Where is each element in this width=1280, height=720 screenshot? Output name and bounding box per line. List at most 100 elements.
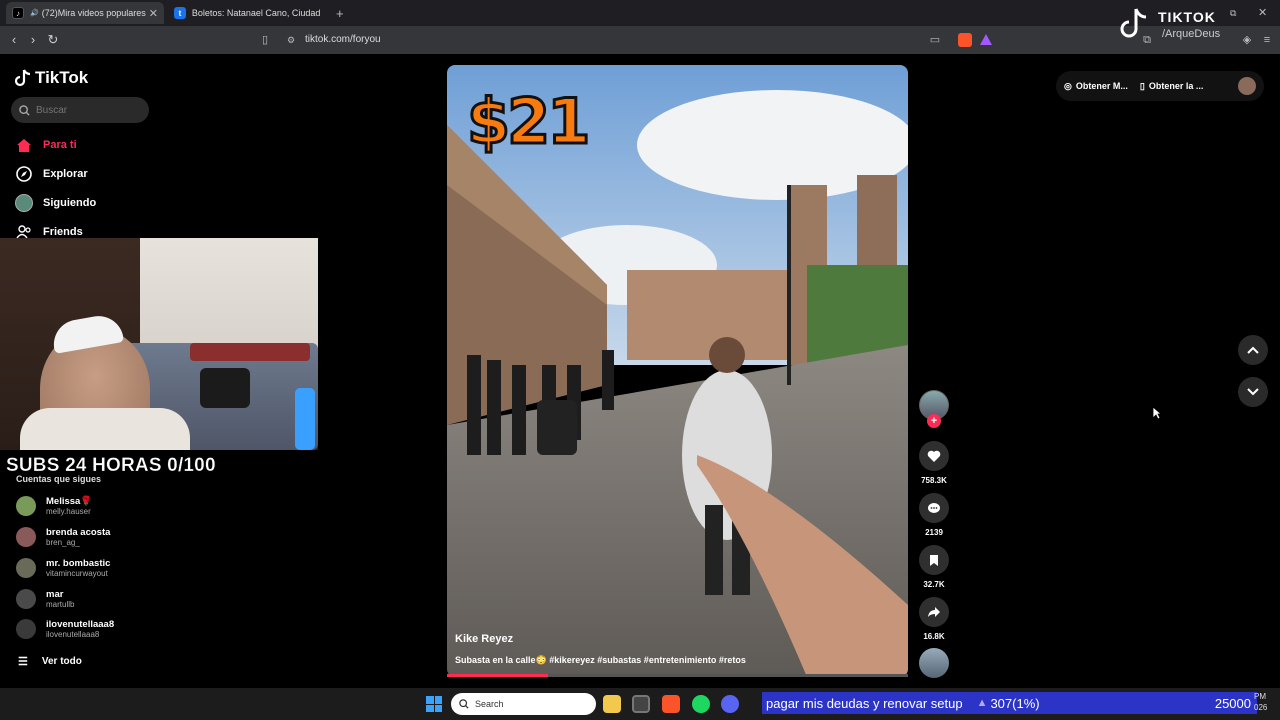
music-disc-button[interactable] <box>919 648 949 678</box>
back-icon[interactable]: ‹ <box>6 32 22 48</box>
url-field[interactable]: tiktok.com/foryou <box>305 34 381 45</box>
forward-icon[interactable]: › <box>25 32 41 48</box>
cast-icon[interactable]: ▭ <box>928 33 942 47</box>
video-author[interactable]: Kike Reyez <box>455 633 513 645</box>
close-window-icon[interactable]: ✕ <box>1258 6 1267 19</box>
spotify-icon[interactable] <box>692 695 710 713</box>
get-app-label: Obtener la ... <box>1148 81 1204 91</box>
avatar <box>16 527 36 547</box>
stream-tiktok-overlay: TIKTOK /ArqueDeus <box>1118 4 1238 44</box>
nav-label: Friends <box>43 226 83 238</box>
avatar <box>16 589 36 609</box>
account-item[interactable]: ilovenutellaaa8 ilovenutellaaa8 <box>16 619 114 639</box>
tab-close-icon[interactable]: ✕ <box>149 7 158 20</box>
brave-shield-icon[interactable] <box>958 33 972 47</box>
tab-boletos[interactable]: t Boletos: Natanael Cano, Ciudad de M <box>168 2 328 24</box>
bookmark-icon[interactable]: ▯ <box>258 33 272 47</box>
home-icon <box>15 136 33 154</box>
nav-siguiendo[interactable]: Siguiendo <box>15 194 96 212</box>
account-item[interactable]: brenda acosta bren_ag_ <box>16 527 110 547</box>
get-app-button[interactable]: ▯ Obtener la ... <box>1140 81 1203 92</box>
see-all-label: Ver todo <box>41 656 82 667</box>
donation-goal: 25000 <box>1214 695 1251 711</box>
donation-goal-bar: pagar mis deudas y renovar setup ▲ 307(1… <box>762 692 1257 714</box>
file-explorer-icon[interactable] <box>603 695 621 713</box>
donation-text: pagar mis deudas y renovar setup <box>766 695 963 711</box>
discord-icon[interactable] <box>721 695 739 713</box>
account-user: melly.hauser <box>46 507 91 516</box>
video-player[interactable]: $21 <box>447 65 908 677</box>
webcam-feed <box>0 238 318 450</box>
search-icon <box>459 699 469 709</box>
restore-window-icon[interactable]: ⧉ <box>1230 8 1236 19</box>
follow-plus-icon[interactable]: + <box>927 414 941 428</box>
profile-avatar[interactable] <box>1238 77 1256 95</box>
store-icon[interactable] <box>632 695 650 713</box>
nav-para-ti[interactable]: Para ti <box>15 136 77 154</box>
like-count: 758.3K <box>921 476 947 485</box>
list-icon: ☰ <box>18 656 28 668</box>
music-disc-icon <box>919 648 949 678</box>
account-item[interactable]: mar martullb <box>16 589 74 609</box>
avatar <box>16 619 36 639</box>
account-name: ilovenutellaaa8 <box>46 619 115 630</box>
share-button[interactable]: 16.8K <box>919 597 949 641</box>
save-button[interactable]: 32.7K <box>919 545 949 589</box>
brave-rewards-icon[interactable] <box>980 34 992 45</box>
get-coins-button[interactable]: ◎ Obtener M... <box>1064 81 1128 92</box>
address-bar <box>0 26 1280 54</box>
microphone <box>200 368 250 408</box>
taskbar-search-label: Search <box>475 699 504 709</box>
chevron-down-icon <box>1247 388 1259 396</box>
goal-arrow-icon: ▲ <box>976 697 988 709</box>
price-overlay: $21 <box>465 84 591 160</box>
avatar <box>16 496 36 516</box>
search-input[interactable] <box>36 104 136 116</box>
avatar <box>16 558 36 578</box>
tab-title: Boletos: Natanael Cano, Ciudad de M <box>191 8 322 18</box>
nav-label: Para ti <box>43 139 77 151</box>
windows-start-icon[interactable] <box>426 696 442 712</box>
account-item[interactable]: Melissa🌹 melly.hauser <box>16 496 92 516</box>
like-button[interactable]: 758.3K <box>919 441 949 485</box>
video-progress-fill <box>447 674 549 677</box>
see-all-button[interactable]: ☰ Ver todo <box>18 655 82 668</box>
save-count: 32.7K <box>923 580 945 589</box>
logo-text: TikTok <box>35 68 89 87</box>
get-coins-label: Obtener M... <box>1075 81 1128 91</box>
clock-time: PM <box>1254 692 1266 701</box>
account-name: mar <box>46 589 64 600</box>
site-info-icon[interactable]: ⚙ <box>284 33 298 47</box>
coin-icon: ◎ <box>1064 80 1072 91</box>
previous-video-button[interactable] <box>1238 335 1268 365</box>
taskbar-search[interactable]: Search <box>451 693 596 715</box>
audio-icon: 🔊 <box>30 10 39 17</box>
overlay-handle: /ArqueDeus <box>1162 28 1221 40</box>
account-user: vitamincurwayout <box>46 569 108 578</box>
video-progress-bar[interactable] <box>447 674 908 677</box>
account-user: ilovenutellaaa8 <box>46 630 100 639</box>
tiktok-logo-icon <box>1120 8 1147 38</box>
share-icon <box>919 597 949 627</box>
comment-button[interactable]: 2139 <box>919 493 949 537</box>
search-box[interactable] <box>11 97 149 123</box>
author-avatar-button[interactable]: + <box>919 390 949 428</box>
vpn-icon[interactable]: ◈ <box>1240 33 1254 47</box>
phone-icon: ▯ <box>1139 80 1145 91</box>
account-item[interactable]: mr. bombastic vitamincurwayout <box>16 558 110 578</box>
next-video-button[interactable] <box>1238 377 1268 407</box>
new-tab-button[interactable]: + <box>336 6 344 21</box>
chevron-up-icon <box>1247 346 1259 354</box>
tab-tiktok[interactable]: ♪ 🔊 (72)Mira videos populares se ✕ <box>6 2 164 24</box>
nav-explorar[interactable]: Explorar <box>15 165 88 183</box>
account-name: Melissa🌹 <box>46 496 93 507</box>
reload-icon[interactable]: ↻ <box>45 32 61 48</box>
search-icon <box>19 104 30 116</box>
tab-title: (72)Mira videos populares se <box>41 8 146 18</box>
compass-icon <box>15 165 33 183</box>
account-name: brenda acosta <box>46 527 111 538</box>
system-clock[interactable]: PM 026 <box>1254 691 1267 713</box>
tiktok-logo[interactable]: TikTok <box>15 68 88 88</box>
menu-icon[interactable]: ≡ <box>1260 33 1274 47</box>
brave-icon[interactable] <box>662 695 680 713</box>
